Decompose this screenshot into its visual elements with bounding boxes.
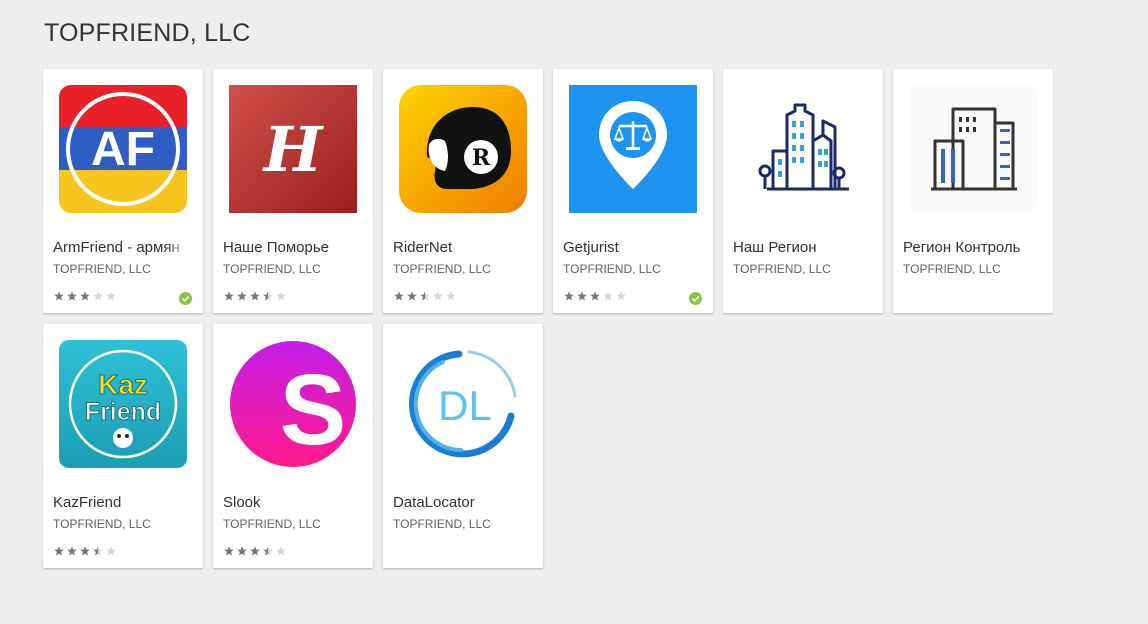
pomorye-logo-text: H — [262, 113, 325, 186]
star-empty-icon — [446, 291, 456, 301]
rating-stars — [224, 546, 286, 556]
app-title[interactable]: DataLocator — [393, 494, 533, 511]
star-empty-icon — [276, 546, 286, 556]
app-card-kazfriend[interactable]: Kaz Friend KazFriend TOPFRIEND, LLC — [43, 324, 203, 568]
star-empty-icon — [106, 291, 116, 301]
helmet-logo[interactable]: R — [399, 85, 527, 213]
app-title[interactable]: Slook — [223, 494, 363, 511]
app-card-nashe-pomorye[interactable]: H Наше Поморье TOPFRIEND, LLC — [213, 69, 373, 313]
star-filled-icon — [590, 291, 600, 301]
rating-stars — [394, 291, 456, 301]
star-half-icon — [420, 291, 430, 301]
app-developer-link[interactable]: TOPFRIEND, LLC — [733, 262, 873, 276]
star-filled-icon — [224, 546, 234, 556]
star-empty-icon — [603, 291, 613, 301]
star-empty-icon — [276, 291, 286, 301]
rating-stars — [54, 291, 116, 301]
app-title[interactable]: Наш Регион — [733, 239, 873, 256]
office-buildings-logo[interactable] — [909, 85, 1037, 213]
star-empty-icon — [106, 546, 116, 556]
city-buildings-logo[interactable] — [739, 85, 867, 213]
rating-stars — [54, 546, 116, 556]
check-circle-icon — [179, 292, 192, 305]
star-filled-icon — [54, 291, 64, 301]
slook-logo-text: S — [280, 354, 347, 466]
rating-stars — [564, 291, 626, 301]
star-filled-icon — [564, 291, 574, 301]
app-developer-link[interactable]: TOPFRIEND, LLC — [563, 262, 703, 276]
app-card-armfriend[interactable]: AF ArmFriend - армян TOPFRIEND, LLC — [43, 69, 203, 313]
app-developer-link[interactable]: TOPFRIEND, LLC — [393, 517, 533, 531]
star-filled-icon — [407, 291, 417, 301]
app-developer-link[interactable]: TOPFRIEND, LLC — [223, 262, 363, 276]
app-title[interactable]: Наше Поморье — [223, 239, 363, 256]
check-circle-icon — [689, 292, 702, 305]
star-filled-icon — [250, 291, 260, 301]
app-card-slook[interactable]: S Slook TOPFRIEND, LLC — [213, 324, 373, 568]
app-title[interactable]: RiderNet — [393, 239, 533, 256]
app-card-getjurist[interactable]: Getjurist TOPFRIEND, LLC — [553, 69, 713, 313]
star-filled-icon — [80, 291, 90, 301]
helmet-logo-text: R — [472, 145, 491, 171]
app-title[interactable]: Getjurist — [563, 239, 703, 256]
star-filled-icon — [67, 291, 77, 301]
app-developer-link[interactable]: TOPFRIEND, LLC — [223, 517, 363, 531]
kazfriend-logo[interactable]: Kaz Friend — [59, 340, 187, 468]
armfriend-logo-text: AF — [91, 123, 155, 176]
armfriend-logo[interactable]: AF — [59, 85, 187, 213]
developer-title: TOPFRIEND, LLC — [44, 19, 251, 47]
app-title[interactable]: Регион Контроль — [903, 239, 1043, 256]
star-filled-icon — [224, 291, 234, 301]
star-empty-icon — [616, 291, 626, 301]
pomorye-logo[interactable]: H — [229, 85, 357, 213]
star-empty-icon — [93, 291, 103, 301]
app-developer-link[interactable]: TOPFRIEND, LLC — [53, 517, 193, 531]
star-half-icon — [93, 546, 103, 556]
datalocator-logo-text: DL — [438, 382, 492, 429]
app-developer-link[interactable]: TOPFRIEND, LLC — [53, 262, 193, 276]
app-title[interactable]: KazFriend — [53, 494, 193, 511]
star-filled-icon — [250, 546, 260, 556]
app-card-ridernet[interactable]: R RiderNet TOPFRIEND, LLC — [383, 69, 543, 313]
star-filled-icon — [577, 291, 587, 301]
star-filled-icon — [237, 546, 247, 556]
app-developer-link[interactable]: TOPFRIEND, LLC — [903, 262, 1043, 276]
star-filled-icon — [80, 546, 90, 556]
star-filled-icon — [394, 291, 404, 301]
star-empty-icon — [433, 291, 443, 301]
slook-logo[interactable]: S — [229, 340, 357, 468]
star-filled-icon — [67, 546, 77, 556]
star-half-icon — [263, 291, 273, 301]
scales-pin-logo[interactable] — [569, 85, 697, 213]
app-card-region-kontrol[interactable]: Регион Контроль TOPFRIEND, LLC — [893, 69, 1053, 313]
kazfriend-logo-text-line1: Kaz — [98, 369, 148, 400]
app-title[interactable]: ArmFriend - армян — [53, 239, 193, 256]
datalocator-logo[interactable]: DL — [399, 340, 527, 468]
app-developer-link[interactable]: TOPFRIEND, LLC — [393, 262, 533, 276]
kazfriend-logo-text-line2: Friend — [85, 398, 161, 426]
star-filled-icon — [237, 291, 247, 301]
star-filled-icon — [54, 546, 64, 556]
star-half-icon — [263, 546, 273, 556]
app-card-nash-region[interactable]: Наш Регион TOPFRIEND, LLC — [723, 69, 883, 313]
rating-stars — [224, 291, 286, 301]
app-card-datalocator[interactable]: DL DataLocator TOPFRIEND, LLC — [383, 324, 543, 568]
